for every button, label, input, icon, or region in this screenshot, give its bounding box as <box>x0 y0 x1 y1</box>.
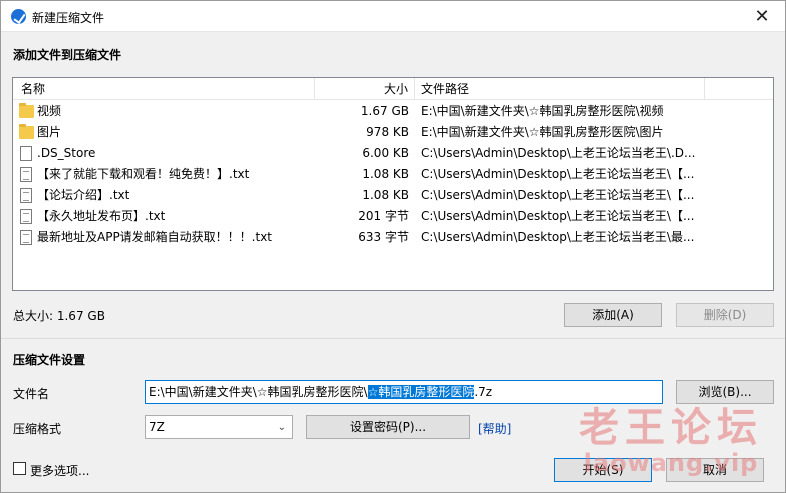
file-path: E:\中国\新建文件夹\☆韩国乳房整形医院\视频 <box>421 104 664 118</box>
file-row[interactable]: 【论坛介绍】.txt 1.08 KB C:\Users\Admin\Deskto… <box>13 185 773 206</box>
title-bar: 新建压缩文件 ✕ <box>1 1 785 32</box>
file-size: 201 字节 <box>358 209 409 223</box>
close-button[interactable]: ✕ <box>739 1 785 32</box>
file-size: 6.00 KB <box>362 146 409 160</box>
file-name: 【来了就能下载和观看！纯免费！】.txt <box>37 167 250 181</box>
file-row[interactable]: 图片 978 KB E:\中国\新建文件夹\☆韩国乳房整形医院\图片 <box>13 122 773 143</box>
file-row[interactable]: 【永久地址发布页】.txt 201 字节 C:\Users\Admin\Desk… <box>13 206 773 227</box>
more-options-checkbox[interactable] <box>13 462 26 475</box>
file-path: C:\Users\Admin\Desktop\上老王论坛当老王\【... <box>421 209 695 223</box>
filename-label: 文件名 <box>13 387 50 401</box>
add-button[interactable]: 添加(A) <box>564 303 662 327</box>
file-name: 视频 <box>37 104 62 118</box>
file-row[interactable]: 视频 1.67 GB E:\中国\新建文件夹\☆韩国乳房整形医院\视频 <box>13 101 773 122</box>
text-file-icon <box>20 209 32 224</box>
file-size: 1.08 KB <box>362 167 409 181</box>
text-file-icon <box>20 167 32 182</box>
file-name: 【论坛介绍】.txt <box>37 188 130 202</box>
total-size-label: 总大小: 1.67 GB <box>13 309 105 323</box>
file-path: C:\Users\Admin\Desktop\上老王论坛当老王\.D... <box>421 146 696 160</box>
column-size-header[interactable]: 大小 <box>315 78 415 100</box>
folder-icon <box>19 124 34 139</box>
file-row[interactable]: 【来了就能下载和观看！纯免费！】.txt 1.08 KB C:\Users\Ad… <box>13 164 773 185</box>
text-file-icon <box>20 188 32 203</box>
section-divider <box>1 338 785 339</box>
chevron-down-icon: ⌄ <box>277 422 286 433</box>
filename-input[interactable]: E:\中国\新建文件夹\☆韩国乳房整形医院\☆韩国乳房整形医院.7z <box>145 380 663 404</box>
file-path: E:\中国\新建文件夹\☆韩国乳房整形医院\图片 <box>421 125 664 139</box>
column-path-header[interactable]: 文件路径 <box>415 78 705 100</box>
format-label: 压缩格式 <box>13 422 62 436</box>
text-file-icon <box>20 230 32 245</box>
file-name: 最新地址及APP请发邮箱自动获取！！！.txt <box>37 230 273 244</box>
file-row[interactable]: .DS_Store 6.00 KB C:\Users\Admin\Desktop… <box>13 143 773 164</box>
file-size: 1.08 KB <box>362 188 409 202</box>
delete-button[interactable]: 删除(D) <box>676 303 774 327</box>
file-row[interactable]: 最新地址及APP请发邮箱自动获取！！！.txt 633 字节 C:\Users\… <box>13 227 773 248</box>
column-name-header[interactable]: 名称 <box>13 78 315 100</box>
file-path: C:\Users\Admin\Desktop\上老王论坛当老王\【... <box>421 167 695 181</box>
file-path: C:\Users\Admin\Desktop\上老王论坛当老王\【... <box>421 188 695 202</box>
filename-selected-text: ☆韩国乳房整形医院 <box>367 385 475 399</box>
set-password-button[interactable]: 设置密码(P)... <box>306 415 470 439</box>
filename-extension: .7z <box>474 385 493 399</box>
file-name: 【永久地址发布页】.txt <box>37 209 166 223</box>
file-icon <box>20 146 32 161</box>
add-section-heading: 添加文件到压缩文件 <box>13 48 122 62</box>
file-name: .DS_Store <box>37 146 96 160</box>
file-name: 图片 <box>37 125 62 139</box>
window-title: 新建压缩文件 <box>32 11 105 25</box>
filename-prefix: E:\中国\新建文件夹\☆韩国乳房整形医院\ <box>149 385 368 399</box>
app-logo-icon <box>11 9 26 24</box>
format-value: 7Z <box>149 420 165 434</box>
file-path: C:\Users\Admin\Desktop\上老王论坛当老王\最... <box>421 230 695 244</box>
cancel-button[interactable]: 取消 <box>666 458 764 482</box>
file-list[interactable]: 名称 大小 文件路径 视频 1.67 GB E:\中国\新建文件夹\☆韩国乳房整… <box>12 77 774 291</box>
file-size: 1.67 GB <box>360 104 409 118</box>
browse-button[interactable]: 浏览(B)... <box>676 380 774 404</box>
help-link[interactable]: [帮助] <box>478 420 511 437</box>
compress-dialog: 新建压缩文件 ✕ 添加文件到压缩文件 名称 大小 文件路径 视频 1.67 GB… <box>0 0 786 493</box>
format-select[interactable]: 7Z ⌄ <box>145 415 293 439</box>
file-size: 633 字节 <box>358 230 409 244</box>
watermark-title: 老王论坛 <box>579 405 763 451</box>
settings-heading: 压缩文件设置 <box>13 353 86 367</box>
folder-icon <box>19 103 34 118</box>
more-options-label[interactable]: 更多选项... <box>30 462 89 479</box>
file-list-header: 名称 大小 文件路径 <box>13 78 773 100</box>
start-button[interactable]: 开始(S) <box>554 458 652 482</box>
file-size: 978 KB <box>366 125 409 139</box>
